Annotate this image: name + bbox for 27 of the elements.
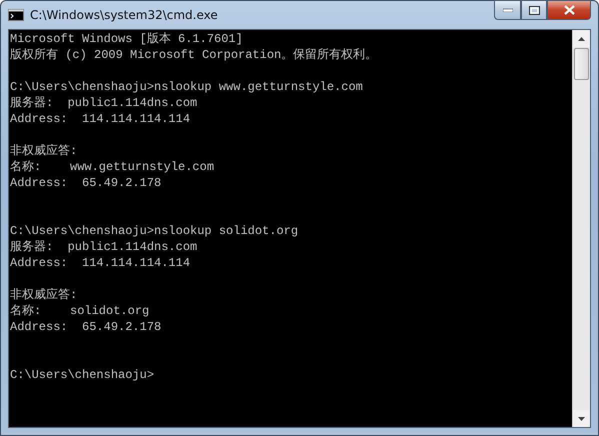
console-line: 服务器: public1.114dns.com [10,95,198,111]
minimize-icon [502,8,512,12]
maximize-button[interactable] [521,0,547,20]
scroll-down-icon[interactable] [578,416,585,420]
minimize-button[interactable] [494,0,521,20]
console-line: C:\Users\chenshaoju>nslookup www.getturnstyle.com [10,79,364,95]
console-line: Microsoft Windows [版本 6.1.7601] [10,31,244,47]
close-button[interactable] [547,0,591,20]
console-app-icon [8,9,24,21]
close-icon [564,5,574,15]
window-title: C:\Windows\system32\cmd.exe [30,8,218,22]
console-line: 服务器: public1.114dns.com [10,239,198,255]
console-line: Address: 114.114.114.114 [10,255,192,271]
console-line: C:\Users\chenshaoju>nslookup solidot.org [10,223,300,239]
console-line: 非权威应答: [10,143,78,159]
console-line: 名称: solidot.org [10,303,150,319]
scroll-up-icon[interactable] [578,36,585,40]
maximize-icon [528,6,540,14]
console-line: 名称: www.getturnstyle.com [10,159,216,175]
console-line: Address: 114.114.114.114 [10,111,192,127]
scrollbar-thumb[interactable] [574,48,589,80]
console-line: Address: 65.49.2.178 [10,175,162,191]
console-line: Address: 65.49.2.178 [10,319,162,335]
console-line: 非权威应答: [10,287,78,303]
console-line: C:\Users\chenshaoju> [10,367,156,383]
console-line: 版权所有 (c) 2009 Microsoft Corporation。保留所有权利。 [10,47,378,63]
scrollbar[interactable] [572,30,590,427]
